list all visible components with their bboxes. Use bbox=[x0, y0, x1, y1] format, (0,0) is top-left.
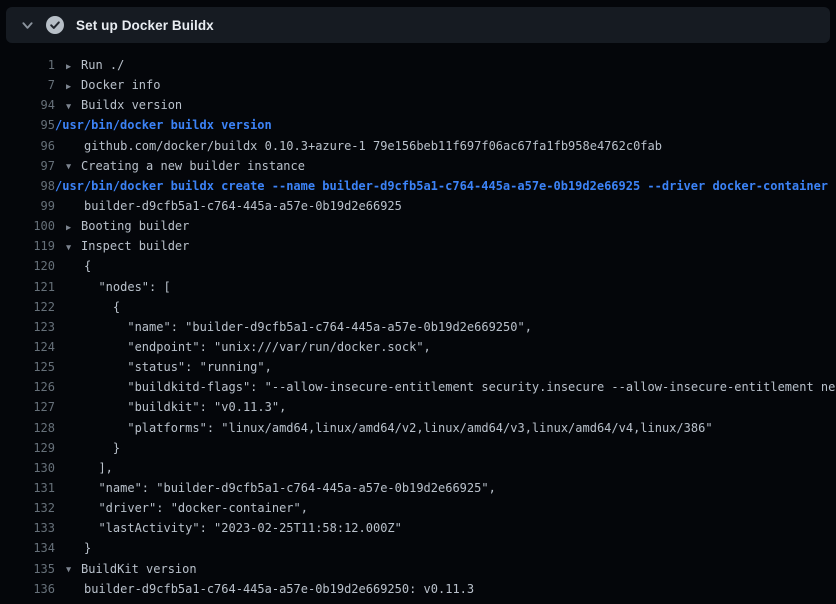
log-text: "nodes": [ bbox=[84, 280, 171, 294]
group-expand-icon[interactable]: ▶ bbox=[66, 77, 81, 96]
log-line: 129 } bbox=[0, 438, 836, 458]
line-number[interactable]: 133 bbox=[0, 518, 55, 538]
log-group-header[interactable]: 97 ▼Creating a new builder instance bbox=[0, 156, 836, 176]
log-text: BuildKit version bbox=[81, 562, 197, 576]
log-line: 126 "buildkitd-flags": "--allow-insecure… bbox=[0, 377, 836, 397]
line-number[interactable]: 99 bbox=[0, 196, 55, 216]
line-number[interactable]: 130 bbox=[0, 458, 55, 478]
log-line: 127 "buildkit": "v0.11.3", bbox=[0, 397, 836, 417]
line-number[interactable]: 119 bbox=[0, 236, 55, 256]
log-group-header[interactable]: 119 ▼Inspect builder bbox=[0, 236, 836, 256]
log-text: "buildkitd-flags": "--allow-insecure-ent… bbox=[84, 380, 836, 394]
group-collapse-icon[interactable]: ▼ bbox=[66, 97, 81, 116]
log-text: /usr/bin/docker buildx create --name bui… bbox=[55, 179, 828, 193]
log-line: 131 "name": "builder-d9cfb5a1-c764-445a-… bbox=[0, 478, 836, 498]
log-text: "buildkit": "v0.11.3", bbox=[84, 400, 286, 414]
log-group-header[interactable]: 100 ▶Booting builder bbox=[0, 216, 836, 236]
log-line: 95/usr/bin/docker buildx version bbox=[0, 115, 836, 135]
line-number[interactable]: 100 bbox=[0, 216, 55, 236]
log-group-header[interactable]: 135 ▼BuildKit version bbox=[0, 559, 836, 579]
check-circle-icon bbox=[46, 16, 64, 34]
log-line: 96 github.com/docker/buildx 0.10.3+azure-… bbox=[0, 136, 836, 156]
log-text: "name": "builder-d9cfb5a1-c764-445a-a57e… bbox=[84, 320, 532, 334]
line-number[interactable]: 125 bbox=[0, 357, 55, 377]
collapse-step-button[interactable] bbox=[12, 7, 42, 43]
log-text: /usr/bin/docker buildx version bbox=[55, 118, 272, 132]
line-number[interactable]: 96 bbox=[0, 136, 55, 156]
log-text: Booting builder bbox=[81, 219, 189, 233]
log-line: 130 ], bbox=[0, 458, 836, 478]
log-line: 128 "platforms": "linux/amd64,linux/amd6… bbox=[0, 418, 836, 438]
line-number[interactable]: 135 bbox=[0, 559, 55, 579]
log-text: "name": "builder-d9cfb5a1-c764-445a-a57e… bbox=[84, 481, 496, 495]
log-text: builder-d9cfb5a1-c764-445a-a57e-0b19d2e6… bbox=[84, 582, 474, 596]
line-number[interactable]: 123 bbox=[0, 317, 55, 337]
group-collapse-icon[interactable]: ▼ bbox=[66, 560, 81, 579]
log-text: Run ./ bbox=[81, 58, 124, 72]
line-number[interactable]: 127 bbox=[0, 397, 55, 417]
status-badge bbox=[46, 16, 64, 34]
line-number[interactable]: 121 bbox=[0, 277, 55, 297]
line-number[interactable]: 136 bbox=[0, 579, 55, 599]
log-line: 133 "lastActivity": "2023-02-25T11:58:12… bbox=[0, 518, 836, 538]
line-number[interactable]: 120 bbox=[0, 256, 55, 276]
line-number[interactable]: 1 bbox=[0, 55, 55, 75]
group-expand-icon[interactable]: ▶ bbox=[66, 218, 81, 237]
group-collapse-icon[interactable]: ▼ bbox=[66, 157, 81, 176]
line-number[interactable]: 134 bbox=[0, 538, 55, 558]
log-text: Creating a new builder instance bbox=[81, 159, 305, 173]
log-line: 134} bbox=[0, 538, 836, 558]
log-text: ], bbox=[84, 461, 113, 475]
log-text: "endpoint": "unix:///var/run/docker.sock… bbox=[84, 340, 431, 354]
group-collapse-icon[interactable]: ▼ bbox=[66, 238, 81, 257]
log-line: 123 "name": "builder-d9cfb5a1-c764-445a-… bbox=[0, 317, 836, 337]
group-expand-icon[interactable]: ▶ bbox=[66, 57, 81, 76]
chevron-down-icon bbox=[21, 19, 34, 32]
log-line: 132 "driver": "docker-container", bbox=[0, 498, 836, 518]
log-line: 136 builder-d9cfb5a1-c764-445a-a57e-0b19d… bbox=[0, 579, 836, 599]
log-viewer[interactable]: 1▶Run ./7▶Docker info94▼Buildx version95… bbox=[0, 43, 836, 604]
log-group-header[interactable]: 94 ▼Buildx version bbox=[0, 95, 836, 115]
log-text: } bbox=[84, 541, 91, 555]
log-group-header[interactable]: 1 ▶Run ./ bbox=[0, 55, 836, 75]
log-text: Buildx version bbox=[81, 98, 182, 112]
line-number[interactable]: 132 bbox=[0, 498, 55, 518]
log-line: 121 "nodes": [ bbox=[0, 277, 836, 297]
line-number[interactable]: 7 bbox=[0, 75, 55, 95]
log-text: github.com/docker/buildx 0.10.3+azure-1 … bbox=[84, 139, 662, 153]
log-line: 120 { bbox=[0, 256, 836, 276]
log-text: "status": "running", bbox=[84, 360, 272, 374]
step-header[interactable]: Set up Docker Buildx bbox=[6, 7, 830, 43]
log-line: 122 { bbox=[0, 297, 836, 317]
line-number[interactable]: 124 bbox=[0, 337, 55, 357]
log-text: Inspect builder bbox=[81, 239, 189, 253]
log-line: 124 "endpoint": "unix:///var/run/docker.… bbox=[0, 337, 836, 357]
log-text: Docker info bbox=[81, 78, 160, 92]
log-text: { bbox=[84, 259, 91, 273]
log-text: "driver": "docker-container", bbox=[84, 501, 308, 515]
line-number[interactable]: 98 bbox=[0, 176, 55, 196]
step-title: Set up Docker Buildx bbox=[76, 18, 214, 33]
line-number[interactable]: 131 bbox=[0, 478, 55, 498]
line-number[interactable]: 94 bbox=[0, 95, 55, 115]
log-text: } bbox=[84, 441, 120, 455]
line-number[interactable]: 97 bbox=[0, 156, 55, 176]
line-number[interactable]: 129 bbox=[0, 438, 55, 458]
log-line: 99 builder-d9cfb5a1-c764-445a-a57e-0b19d2… bbox=[0, 196, 836, 216]
line-number[interactable]: 122 bbox=[0, 297, 55, 317]
line-number[interactable]: 128 bbox=[0, 418, 55, 438]
log-text: "lastActivity": "2023-02-25T11:58:12.000… bbox=[84, 521, 402, 535]
log-text: builder-d9cfb5a1-c764-445a-a57e-0b19d2e6… bbox=[84, 199, 402, 213]
log-text: { bbox=[84, 300, 120, 314]
log-line: 125 "status": "running", bbox=[0, 357, 836, 377]
line-number[interactable]: 126 bbox=[0, 377, 55, 397]
log-group-header[interactable]: 7 ▶Docker info bbox=[0, 75, 836, 95]
log-text: "platforms": "linux/amd64,linux/amd64/v2… bbox=[84, 421, 713, 435]
line-number[interactable]: 95 bbox=[0, 115, 55, 135]
log-line: 98/usr/bin/docker buildx create --name b… bbox=[0, 176, 836, 196]
